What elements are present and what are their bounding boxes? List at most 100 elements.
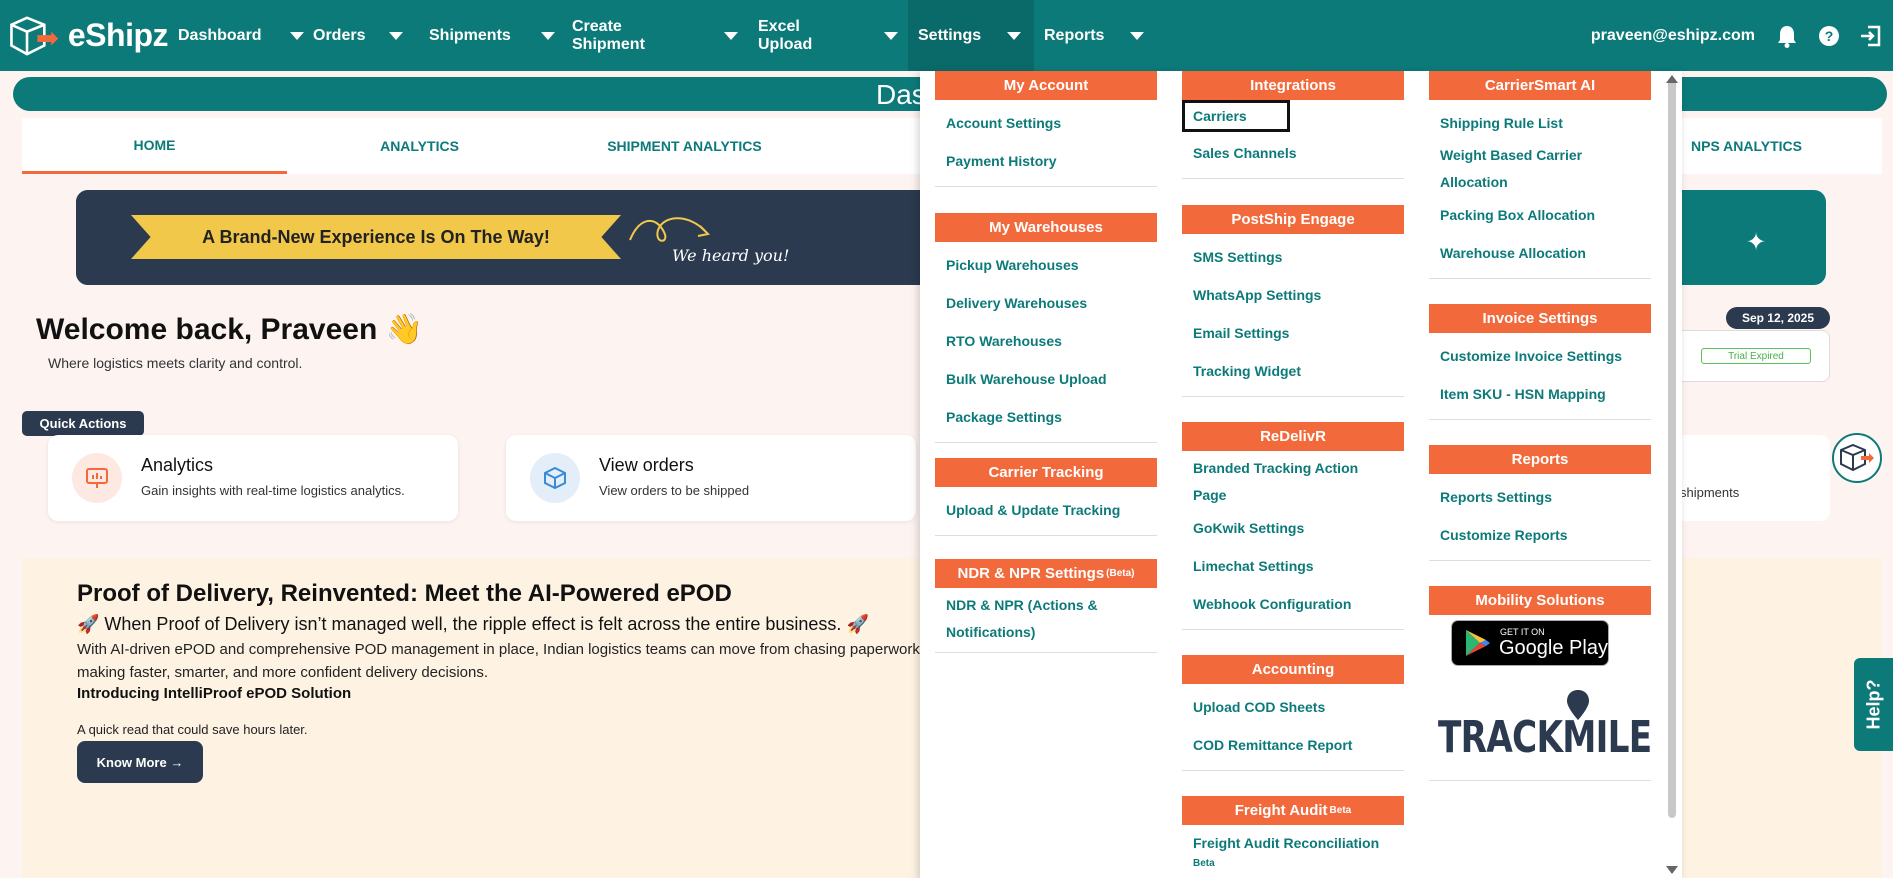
nav-right-group: praveen@eshipz.com ? <box>1591 0 1893 71</box>
help-side-tab[interactable]: Help? <box>1854 658 1893 751</box>
welcome-title: Welcome back, Praveen 👋 <box>36 313 423 346</box>
pod-title: Proof of Delivery, Reinvented: Meet the … <box>77 580 732 607</box>
menu-item-rto-warehouses[interactable]: RTO Warehouses <box>935 322 1157 360</box>
nav-settings[interactable]: Settings <box>908 0 1034 71</box>
menu-item-upload-cod-sheets[interactable]: Upload COD Sheets <box>1182 688 1404 726</box>
menu-item-carriers[interactable]: Carriers <box>1182 100 1290 132</box>
menu-item-reports-settings[interactable]: Reports Settings <box>1429 478 1651 516</box>
nav-orders[interactable]: Orders <box>301 0 417 71</box>
trial-card[interactable]: n Trial Expired <box>1660 330 1830 382</box>
menu-section-list: NDR & NPR (Actions & Notifications) <box>935 588 1157 653</box>
pod-tagline: 🚀 When Proof of Delivery isn’t managed w… <box>77 614 869 634</box>
tab-shipment-analytics[interactable]: SHIPMENT ANALYTICS <box>552 118 817 174</box>
promo-tagline: We heard you! <box>672 246 790 265</box>
menu-item-weight-based-carrier-allocation[interactable]: Weight Based Carrier Allocation <box>1429 142 1651 196</box>
nav-create-shipment[interactable]: Create Shipment <box>562 0 748 71</box>
menu-item-shipping-rule-list[interactable]: Shipping Rule List <box>1429 104 1651 142</box>
chevron-down-icon[interactable] <box>1130 31 1145 40</box>
menu-item-payment-history[interactable]: Payment History <box>935 142 1157 180</box>
menu-item-sms-settings[interactable]: SMS Settings <box>1182 238 1404 276</box>
menu-section-list: Customize Invoice Settings Item SKU - HS… <box>1429 333 1651 420</box>
tab-nps-analytics[interactable]: NPS ANALYTICS <box>1691 118 1802 174</box>
pod-intro: Introducing IntelliProof ePOD Solution <box>77 685 352 702</box>
menu-item-cod-remittance-report[interactable]: COD Remittance Report <box>1182 726 1404 764</box>
chevron-down-icon[interactable] <box>884 31 898 40</box>
beta-label: Beta <box>1193 858 1215 869</box>
menu-item-upload-update-tracking[interactable]: Upload & Update Tracking <box>935 491 1157 529</box>
dashboard-title: Das <box>876 79 926 110</box>
tab-analytics[interactable]: ANALYTICS <box>287 118 552 174</box>
menu-item-whatsapp-settings[interactable]: WhatsApp Settings <box>1182 276 1404 314</box>
scroll-up-arrow-icon[interactable] <box>1666 75 1678 83</box>
tab-home[interactable]: HOME <box>22 118 287 174</box>
menu-item-customize-invoice-settings[interactable]: Customize Invoice Settings <box>1429 337 1651 375</box>
menu-column-1: My Account Account Settings Payment Hist… <box>935 71 1157 653</box>
logout-icon[interactable] <box>1857 22 1885 50</box>
menu-item-package-settings[interactable]: Package Settings <box>935 398 1157 436</box>
menu-section-reports: Reports <box>1429 445 1651 474</box>
menu-item-delivery-warehouses[interactable]: Delivery Warehouses <box>935 284 1157 322</box>
box-icon <box>530 453 580 503</box>
brand-logo[interactable]: eShipz <box>8 0 169 71</box>
menu-item-bulk-warehouse-upload[interactable]: Bulk Warehouse Upload <box>935 360 1157 398</box>
trackmile-logo[interactable]: TRACKMILE <box>1438 690 1652 763</box>
analytics-card[interactable]: Analytics Gain insights with real-time l… <box>48 435 458 521</box>
menu-section-my-warehouses: My Warehouses <box>935 213 1157 242</box>
chevron-down-icon[interactable] <box>540 31 555 40</box>
card-subtitle: Gain insights with real-time logistics a… <box>141 483 405 498</box>
menu-item-sales-channels[interactable]: Sales Channels <box>1182 134 1404 172</box>
curly-arrow-icon <box>629 217 711 242</box>
chevron-down-icon[interactable] <box>1007 31 1022 40</box>
nav-dashboard[interactable]: Dashboard <box>168 0 304 71</box>
chat-widget-icon[interactable] <box>1832 433 1882 483</box>
menu-item-warehouse-allocation[interactable]: Warehouse Allocation <box>1429 234 1651 272</box>
chevron-down-icon[interactable] <box>724 31 738 40</box>
shipments-card[interactable]: shipments <box>1660 435 1830 521</box>
menu-item-account-settings[interactable]: Account Settings <box>935 104 1157 142</box>
menu-section-list: Carriers Sales Channels <box>1182 100 1404 179</box>
menu-column-3: CarrierSmart AI Shipping Rule List Weigh… <box>1429 71 1651 781</box>
box-logo-icon <box>10 15 59 56</box>
card-title: View orders <box>599 455 694 475</box>
menu-item-item-sku-hsn-mapping[interactable]: Item SKU - HSN Mapping <box>1429 375 1651 413</box>
chevron-down-icon[interactable] <box>389 31 404 40</box>
menu-section-carrier-tracking: Carrier Tracking <box>935 458 1157 487</box>
menu-section-list: Branded Tracking Action Page GoKwik Sett… <box>1182 451 1404 630</box>
beta-superscript: (Beta) <box>1106 568 1135 579</box>
nav-shipments[interactable]: Shipments <box>417 0 562 71</box>
menu-item-pickup-warehouses[interactable]: Pickup Warehouses <box>935 246 1157 284</box>
view-orders-card[interactable]: View orders View orders to be shipped <box>506 435 916 521</box>
menu-item-email-settings[interactable]: Email Settings <box>1182 314 1404 352</box>
menu-item-freight-audit-reconciliation[interactable]: Freight Audit Reconciliation <box>1182 829 1404 857</box>
help-icon[interactable]: ? <box>1815 22 1843 50</box>
user-email[interactable]: praveen@eshipz.com <box>1591 27 1755 45</box>
beta-superscript: Beta <box>1329 805 1352 816</box>
bell-icon[interactable] <box>1773 22 1801 50</box>
nav-reports[interactable]: Reports <box>1034 0 1164 71</box>
menu-section-list: Freight Audit Reconciliation Beta <box>1182 825 1404 871</box>
know-more-button[interactable]: Know More → <box>77 741 203 783</box>
menu-item-packing-box-allocation[interactable]: Packing Box Allocation <box>1429 196 1651 234</box>
card-subtitle: shipments <box>1680 485 1740 500</box>
menu-section-ndr-npr-settings: NDR & NPR Settings (Beta) <box>935 559 1157 588</box>
menu-section-list: Shipping Rule List Weight Based Carrier … <box>1429 100 1651 279</box>
menu-item-tracking-widget[interactable]: Tracking Widget <box>1182 352 1404 390</box>
menu-item-ndr-npr-actions[interactable]: NDR & NPR (Actions & Notifications) <box>935 592 1157 646</box>
google-play-icon <box>1466 630 1490 656</box>
menu-section-freight-audit: Freight Audit Beta <box>1182 796 1404 825</box>
menu-item-webhook-configuration[interactable]: Webhook Configuration <box>1182 585 1404 623</box>
menu-section-my-account: My Account <box>935 71 1157 100</box>
menu-section-list: SMS Settings WhatsApp Settings Email Set… <box>1182 234 1404 397</box>
scroll-down-arrow-icon[interactable] <box>1666 866 1678 874</box>
menu-item-gokwik-settings[interactable]: GoKwik Settings <box>1182 509 1404 547</box>
menu-item-customize-reports[interactable]: Customize Reports <box>1429 516 1651 554</box>
menu-item-branded-tracking-action-page[interactable]: Branded Tracking Action Page <box>1182 455 1404 509</box>
svg-text:?: ? <box>1825 28 1834 44</box>
menu-section-integrations: Integrations <box>1182 71 1404 100</box>
menu-section-list: Reports Settings Customize Reports <box>1429 474 1651 561</box>
menu-section-list: Upload COD Sheets COD Remittance Report <box>1182 684 1404 771</box>
menu-scrollbar[interactable] <box>1668 78 1676 818</box>
menu-item-limechat-settings[interactable]: Limechat Settings <box>1182 547 1404 585</box>
google-play-badge[interactable]: GET IT ON Google Play <box>1451 620 1609 666</box>
nav-excel-upload[interactable]: Excel Upload <box>748 0 908 71</box>
